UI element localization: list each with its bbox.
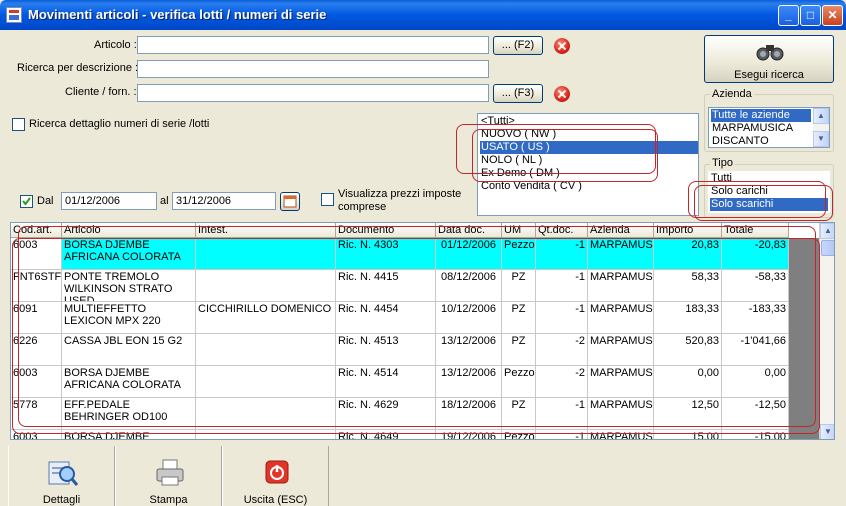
azienda-scrollbar[interactable]: ▲ ▼: [813, 108, 829, 147]
articolo-label: Articolo :: [94, 39, 137, 51]
dal-label: Dal: [37, 195, 54, 207]
tipo-group-label: Tipo: [710, 157, 735, 169]
cliente-label: Cliente / forn. :: [65, 86, 137, 98]
esegui-ricerca-button[interactable]: Esegui ricerca: [704, 35, 834, 83]
annotation-highlight: [472, 129, 658, 182]
scroll-up-icon[interactable]: ▲: [820, 223, 834, 239]
prezzi-label-2: comprese: [338, 201, 387, 213]
clear-cliente-icon[interactable]: [554, 86, 570, 102]
minimize-button[interactable]: _: [778, 5, 799, 26]
descrizione-input[interactable]: [137, 60, 489, 78]
checkmark-icon: [22, 197, 31, 206]
dettagli-label: Dettagli: [42, 494, 81, 506]
annotation-highlight: [12, 238, 820, 434]
dal-date-input[interactable]: 01/12/2006: [61, 192, 157, 210]
stampa-button[interactable]: Stampa: [115, 446, 222, 506]
azienda-group-label: Azienda: [710, 88, 754, 100]
details-icon: [48, 461, 79, 486]
esegui-ricerca-label: Esegui ricerca: [734, 69, 804, 81]
dettaglio-label: Ricerca dettaglio numeri di serie /lotti: [29, 118, 210, 130]
binoculars-icon: [756, 45, 784, 61]
clear-articolo-icon[interactable]: [554, 38, 570, 54]
articolo-lookup-button[interactable]: ... (F2): [493, 36, 543, 55]
cliente-field[interactable]: [137, 84, 489, 102]
articolo-field[interactable]: [137, 36, 489, 54]
dal-checkbox[interactable]: [20, 195, 33, 208]
scroll-thumb[interactable]: [821, 240, 834, 256]
annotation-highlight: [694, 185, 833, 221]
prezzi-label: Visualizza prezzi imposte: [338, 188, 462, 200]
calendar-button[interactable]: [280, 192, 300, 211]
scroll-down-icon[interactable]: ▼: [813, 131, 829, 147]
cliente-lookup-button[interactable]: ... (F3): [493, 84, 543, 103]
prezzi-checkbox[interactable]: [321, 193, 334, 206]
power-icon: [265, 460, 289, 484]
printer-icon: [156, 459, 184, 486]
descrizione-label: Ricerca per descrizione :: [17, 62, 139, 74]
azienda-item[interactable]: DISCANTO: [711, 135, 769, 148]
close-button[interactable]: ✕: [822, 5, 843, 26]
scroll-down-icon[interactable]: ▼: [820, 424, 834, 439]
maximize-button[interactable]: □: [800, 5, 821, 26]
window-title: Movimenti articoli - verifica lotti / nu…: [28, 7, 327, 22]
grid-scrollbar[interactable]: ▲ ▼: [819, 223, 834, 439]
azienda-list[interactable]: Tutte le aziende MARPAMUSICA DISCANTO ▲ …: [708, 107, 830, 148]
stampa-label: Stampa: [149, 494, 188, 506]
azienda-item[interactable]: MARPAMUSICA: [711, 122, 793, 135]
app-icon: [6, 7, 22, 23]
uscita-button[interactable]: Uscita (ESC): [222, 446, 329, 506]
uscita-label: Uscita (ESC): [243, 494, 308, 506]
title-bar[interactable]: Movimenti articoli - verifica lotti / nu…: [0, 0, 846, 30]
al-label: al: [160, 195, 169, 207]
dettaglio-checkbox[interactable]: [12, 118, 25, 131]
bottom-toolbar: Dettagli Stampa Uscita (ESC): [8, 446, 834, 506]
dettagli-button[interactable]: Dettagli: [8, 446, 115, 506]
al-date-input[interactable]: 31/12/2006: [172, 192, 276, 210]
scroll-up-icon[interactable]: ▲: [813, 108, 829, 124]
azienda-item-selected[interactable]: Tutte le aziende: [711, 109, 811, 122]
calendar-icon: [283, 195, 297, 208]
